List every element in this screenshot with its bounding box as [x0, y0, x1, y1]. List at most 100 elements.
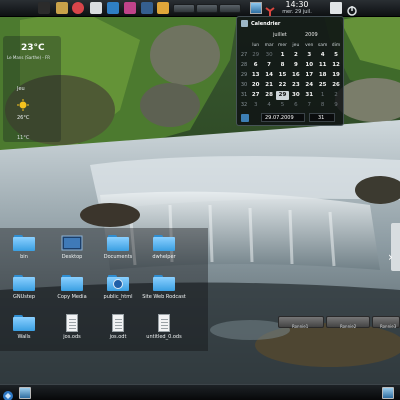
calendar-day[interactable]: 15 [276, 71, 289, 80]
folder-body [153, 277, 175, 291]
calendar-day[interactable]: 5 [276, 101, 289, 110]
item-label: GNUstep [12, 294, 36, 300]
calendar-week-row: 28 6 7 8 9 10 11 12 [239, 60, 343, 70]
calendar-day[interactable]: 22 [276, 81, 289, 90]
calendar-day[interactable]: 11 [316, 61, 329, 70]
today-icon[interactable] [241, 114, 249, 122]
calendar-day[interactable]: 23 [289, 81, 302, 90]
calendar-week-row: 32 3 4 5 6 7 8 9 [239, 100, 343, 110]
calendar-day[interactable]: 17 [303, 71, 316, 80]
calendar-title: Calendrier [251, 20, 281, 27]
clock-time: 14:30 [285, 0, 309, 9]
folder-item[interactable]: Site Web Rodcast [140, 274, 188, 306]
forecast-low: 11°C [17, 135, 30, 141]
globe-icon[interactable] [107, 2, 119, 14]
calendar-day[interactable]: 24 [303, 81, 316, 90]
taskbar-slot[interactable] [173, 4, 195, 13]
calendar-day[interactable]: 19 [329, 71, 342, 80]
calendar-day[interactable]: 1 [316, 91, 329, 100]
file-item[interactable]: jos.odt [94, 314, 142, 346]
calendar-day[interactable]: 4 [316, 51, 329, 60]
monitor-icon[interactable] [250, 2, 262, 14]
kde-menu-icon[interactable] [2, 387, 14, 400]
calendar-day[interactable]: 12 [329, 61, 342, 70]
calendar-day[interactable]: 7 [303, 101, 316, 110]
calendar-day[interactable]: 30 [289, 91, 302, 100]
calendar-day[interactable]: 2 [289, 51, 302, 60]
folder-item[interactable]: Walls [0, 314, 48, 346]
folder-icon [153, 234, 175, 252]
calendar-day[interactable]: 29 [249, 51, 262, 60]
book-icon[interactable] [124, 2, 136, 14]
taskbar-slot[interactable] [196, 4, 218, 13]
item-label: bin [20, 254, 28, 260]
clock[interactable]: 14:30 mer. 29 juil. [272, 0, 322, 16]
calendar-header: Calendrier [241, 19, 280, 28]
calendar-day[interactable]: 9 [289, 61, 302, 70]
week-spinbox[interactable]: 31 [309, 113, 335, 122]
document-icon [61, 314, 83, 332]
file-item[interactable]: jos.ods [48, 314, 96, 346]
folder-item[interactable]: Documents [94, 234, 142, 266]
calendar-day[interactable]: 3 [303, 51, 316, 60]
folder-item[interactable]: Copy Media [48, 274, 96, 306]
calendar-day[interactable]: 7 [262, 61, 275, 70]
folder-item[interactable]: GNUstep [0, 274, 48, 306]
web-folder-icon [107, 274, 129, 292]
file-item[interactable]: untitled_0.ods [140, 314, 188, 346]
folder-item[interactable]: bin [0, 234, 48, 266]
calendar-day[interactable]: 28 [262, 91, 275, 100]
notes-icon[interactable] [90, 2, 102, 14]
item-label: Documents [103, 254, 133, 260]
power-icon[interactable] [346, 2, 358, 16]
weekday-label: ven [305, 42, 314, 48]
calendar-day[interactable]: 2 [329, 91, 342, 100]
window-list-icon[interactable] [330, 2, 342, 14]
calendar-day[interactable]: 31 [303, 91, 316, 100]
calendar-day[interactable]: 10 [303, 61, 316, 70]
hammer-icon[interactable] [56, 2, 68, 14]
calendar-day[interactable]: 16 [289, 71, 302, 80]
calendar-day[interactable]: 18 [316, 71, 329, 80]
week-number: 30 [240, 82, 248, 88]
calendar-day[interactable]: 3 [249, 101, 262, 110]
folder-item[interactable]: Desktop [48, 234, 96, 266]
calendar-day[interactable]: 8 [316, 101, 329, 110]
calendar-day[interactable]: 5 [329, 51, 342, 60]
date-input[interactable]: 29.07.2009 [261, 113, 305, 122]
document-line [161, 319, 168, 320]
taskbar-slot[interactable] [219, 4, 241, 13]
folder-shape [61, 274, 83, 292]
folder-launcher-icon[interactable] [38, 2, 50, 14]
calendar-day[interactable]: 26 [329, 81, 342, 90]
calendar-day[interactable]: 8 [276, 61, 289, 70]
calendar-day-today[interactable]: 29 [275, 90, 290, 100]
calendar-month[interactable]: juillet [273, 32, 287, 38]
record-icon[interactable] [72, 2, 84, 14]
calendar-day[interactable]: 25 [316, 81, 329, 90]
calendar-day[interactable]: 1 [276, 51, 289, 60]
folder-item[interactable]: public_html [94, 274, 142, 306]
calendar-day[interactable]: 27 [249, 91, 262, 100]
calendar-day[interactable]: 4 [262, 101, 275, 110]
show-desktop-icon[interactable] [19, 387, 31, 399]
calendar-day[interactable]: 13 [249, 71, 262, 80]
document-line [69, 319, 76, 320]
calendar-day[interactable]: 6 [249, 61, 262, 70]
folder-body [13, 317, 35, 331]
calendar-day[interactable]: 14 [262, 71, 275, 80]
chevron-right-icon[interactable]: › [388, 250, 400, 268]
calendar-day[interactable]: 9 [329, 101, 342, 110]
chart-icon[interactable] [141, 2, 153, 14]
calendar-day[interactable]: 6 [289, 101, 302, 110]
folder-body [13, 237, 35, 251]
weather-widget[interactable]: 23°C Le Mans (Sarthe) - FR Jeu 26°C 11°C [3, 36, 61, 142]
palette-icon[interactable] [157, 2, 169, 14]
calendar-year[interactable]: 2009 [305, 32, 318, 38]
calendar-day[interactable]: 20 [249, 81, 262, 90]
monitor-icon[interactable] [382, 387, 394, 399]
calendar-day[interactable]: 21 [262, 81, 275, 90]
calendar-footer: 29.07.2009 31 [241, 113, 341, 123]
folder-item[interactable]: dwhelper [140, 234, 188, 266]
calendar-day[interactable]: 30 [262, 51, 275, 60]
